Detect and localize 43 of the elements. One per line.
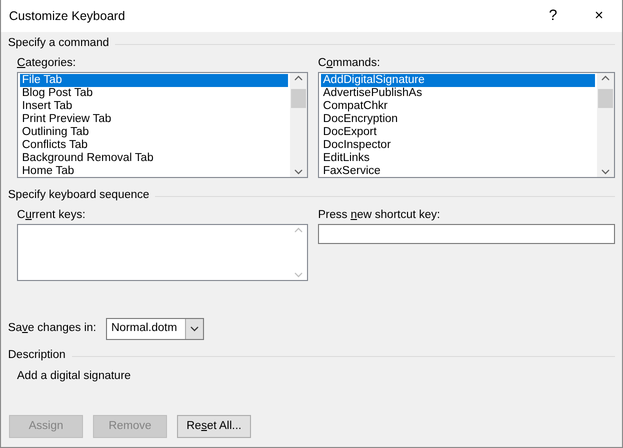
list-item[interactable]: Insert Tab: [20, 100, 288, 113]
list-item[interactable]: Outlining Tab: [20, 126, 288, 139]
list-item[interactable]: EditLinks: [321, 152, 595, 165]
window-title: Customize Keyboard: [9, 8, 126, 25]
list-item[interactable]: Blog Post Tab: [20, 87, 288, 100]
list-item[interactable]: FaxService: [321, 165, 595, 178]
section-title: Specify keyboard sequence: [8, 188, 150, 204]
commands-label: Commands:: [318, 56, 382, 70]
list-item[interactable]: Home Tab: [20, 165, 288, 178]
list-item[interactable]: Conflicts Tab: [20, 139, 288, 152]
save-changes-label: Save changes in:: [8, 321, 96, 336]
scroll-down-icon[interactable]: [601, 169, 610, 175]
help-button[interactable]: ?: [530, 0, 576, 32]
caret-icon[interactable]: [190, 326, 200, 332]
section-title: Description: [8, 348, 66, 364]
reset-all-button[interactable]: Reset All...: [177, 415, 251, 438]
scroll-thumb[interactable]: [598, 89, 613, 108]
current-keys-label: Current keys:: [17, 208, 86, 222]
template-dropdown[interactable]: Normal.dotm: [106, 318, 204, 340]
list-item[interactable]: CompatChkr: [321, 100, 595, 113]
dropdown-value: Normal.dotm: [111, 321, 178, 336]
close-button[interactable]: ×: [576, 0, 622, 32]
list-item[interactable]: Background Removal Tab: [20, 152, 288, 165]
list-item[interactable]: AdvertisePublishAs: [321, 87, 595, 100]
list-item[interactable]: Print Preview Tab: [20, 113, 288, 126]
section-title: Specify a command: [8, 36, 109, 52]
list-item[interactable]: DocExport: [321, 126, 595, 139]
scroll-up-icon[interactable]: [294, 75, 304, 81]
scroll-thumb[interactable]: [291, 89, 306, 108]
shortcut-field[interactable]: [318, 224, 615, 244]
list-item[interactable]: File Tab: [20, 74, 288, 87]
shortcut-label: Press new shortcut key:: [318, 208, 442, 222]
command-list[interactable]: AddDigitalSignature AdvertisePublishAs CompatChkr DocEncryption DocExport DocInspector EditLinks FaxService: [318, 72, 615, 178]
list-item[interactable]: DocEncryption: [321, 113, 595, 126]
scroll-down-icon[interactable]: [294, 169, 304, 175]
category-list[interactable]: File Tab Blog Post Tab Insert Tab Print Preview Tab Outlining Tab Conflicts Tab Background Removal Tab Home Tab: [17, 72, 308, 178]
description-text: Add a digital signature: [16, 369, 132, 384]
scroll-up-icon[interactable]: [601, 75, 610, 81]
scrollbar[interactable]: [290, 73, 308, 177]
list-item[interactable]: DocInspector: [321, 139, 595, 152]
list-item[interactable]: AddDigitalSignature: [321, 74, 595, 87]
scrollbar[interactable]: [597, 73, 614, 177]
categories-label: Categories:: [17, 56, 77, 70]
